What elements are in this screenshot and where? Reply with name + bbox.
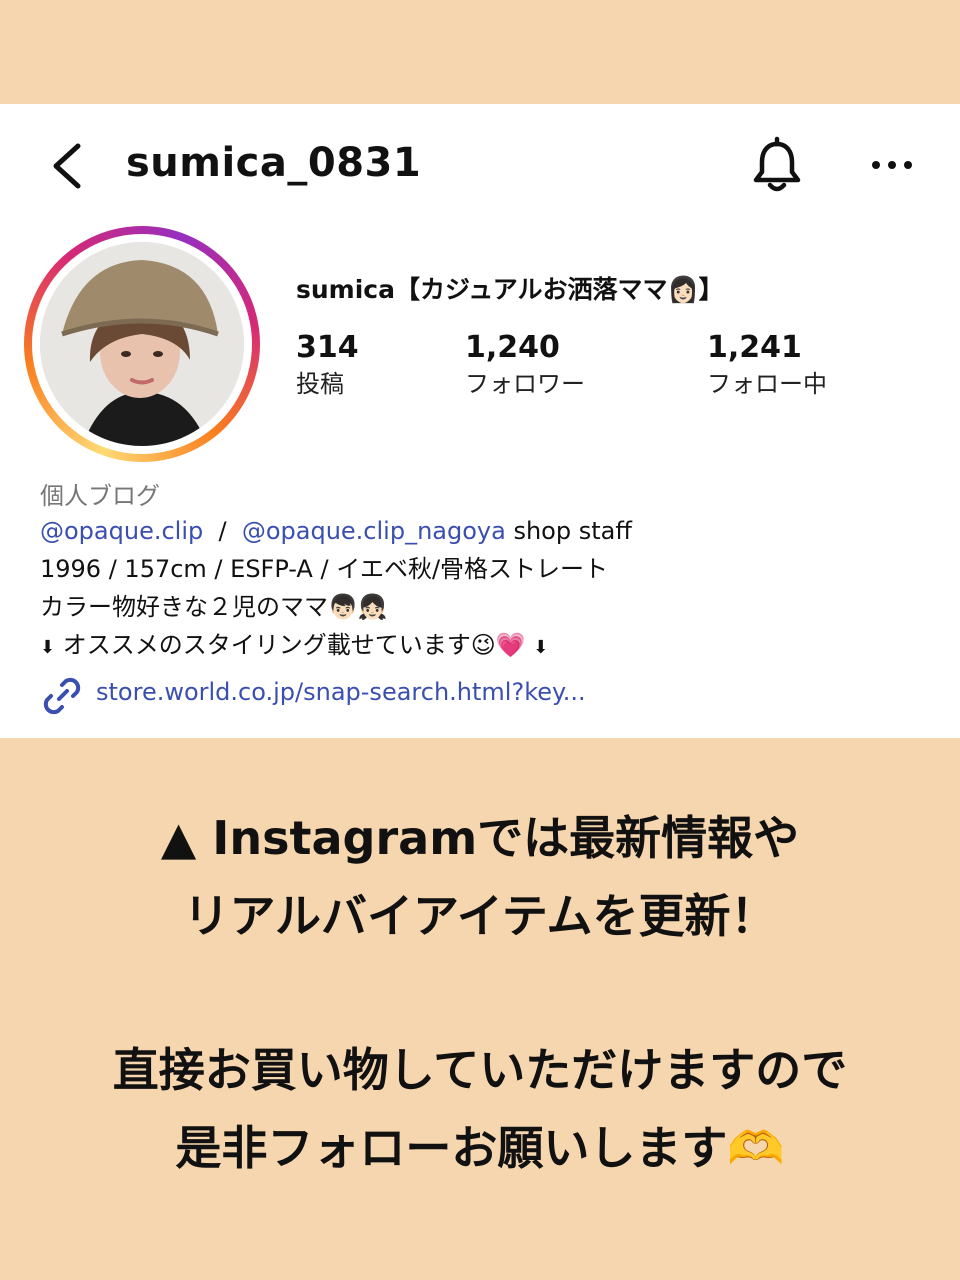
profile-category: 個人ブログ [40, 482, 160, 510]
bio-line-4-text: オススメのスタイリング載せています😉💗 [55, 631, 534, 659]
down-arrow-icon: ⬇ [533, 637, 549, 658]
profile-bio: @opaque.clip / @opaque.clip_nagoya shop … [40, 512, 940, 664]
caption-line-1: ▲ Instagramでは最新情報や [160, 811, 800, 865]
website-url: store.world.co.jp/snap-search.html?key..… [96, 678, 586, 706]
profile-username: sumica_0831 [126, 140, 422, 186]
avatar-photo [40, 242, 244, 446]
bio-role: shop staff [505, 517, 632, 545]
profile-header: sumica_0831 [0, 104, 960, 228]
mention-link-opaque-clip-nagoya[interactable]: @opaque.clip_nagoya [242, 517, 506, 545]
stat-posts-value: 314 [296, 330, 359, 365]
avatar-portrait-image [40, 242, 244, 446]
stat-following-label: フォロー中 [707, 370, 827, 398]
profile-avatar[interactable] [24, 226, 260, 462]
link-icon [43, 677, 81, 715]
stat-followers-value: 1,240 [465, 330, 560, 365]
mention-link-opaque-clip[interactable]: @opaque.clip [40, 517, 203, 545]
bell-icon [753, 136, 801, 192]
caption-line-4: 是非フォローお願いします🫶 [175, 1121, 785, 1175]
caption-line-2: リアルバイアイテムを更新！ [183, 889, 777, 943]
bio-separator: / [203, 517, 242, 545]
stat-posts[interactable]: 314 投稿 [296, 330, 359, 402]
down-arrow-icon: ⬇ [40, 637, 56, 658]
bio-line-3: カラー物好きな２児のママ👦🏻👧🏻 [40, 593, 388, 621]
instagram-profile-card: sumica_0831 sumica【カジュアルお洒落ママ👩🏻】 314 投稿 … [0, 104, 960, 738]
notifications-button[interactable] [748, 136, 806, 196]
caption-line-3: 直接お買い物していただけますので [112, 1043, 848, 1097]
avatar-border [32, 234, 252, 454]
more-horizontal-icon [872, 161, 912, 169]
stat-following[interactable]: 1,241 フォロー中 [707, 330, 827, 402]
bio-line-1: @opaque.clip / @opaque.clip_nagoya shop … [40, 512, 940, 550]
profile-display-name: sumica【カジュアルお洒落ママ👩🏻】 [296, 275, 724, 304]
stat-followers[interactable]: 1,240 フォロワー [465, 330, 585, 402]
more-options-button[interactable] [864, 140, 920, 190]
chevron-left-icon [53, 143, 81, 189]
stat-posts-label: 投稿 [296, 370, 344, 398]
bio-line-4: ⬇ オススメのスタイリング載せています😉💗 ⬇ [40, 626, 940, 664]
stat-following-value: 1,241 [707, 330, 802, 365]
stat-followers-label: フォロワー [465, 370, 585, 398]
back-button[interactable] [44, 138, 96, 194]
bio-line-2: 1996 / 157cm / ESFP-A / イエベ秋/骨格ストレート [40, 555, 609, 583]
